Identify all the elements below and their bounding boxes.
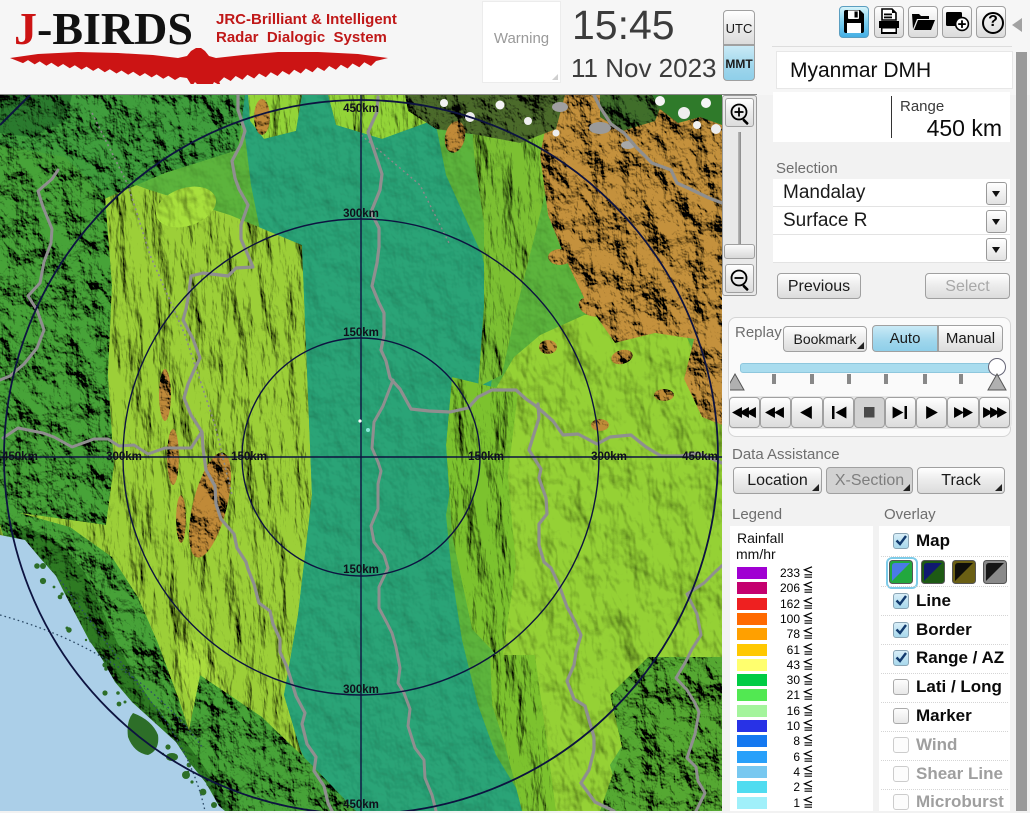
svg-text:300km: 300km (591, 451, 627, 463)
svg-text:300km: 300km (106, 451, 142, 463)
svg-text:450km: 450km (2, 451, 38, 463)
svg-text:300km: 300km (343, 208, 379, 220)
svg-text:150km: 150km (343, 564, 379, 576)
svg-text:450km: 450km (343, 103, 379, 115)
svg-text:300km: 300km (343, 684, 379, 696)
svg-text:150km: 150km (468, 451, 504, 463)
svg-text:150km: 150km (343, 327, 379, 339)
svg-text:450km: 450km (343, 799, 379, 811)
svg-text:150km: 150km (231, 451, 267, 463)
svg-text:450km: 450km (682, 451, 718, 463)
